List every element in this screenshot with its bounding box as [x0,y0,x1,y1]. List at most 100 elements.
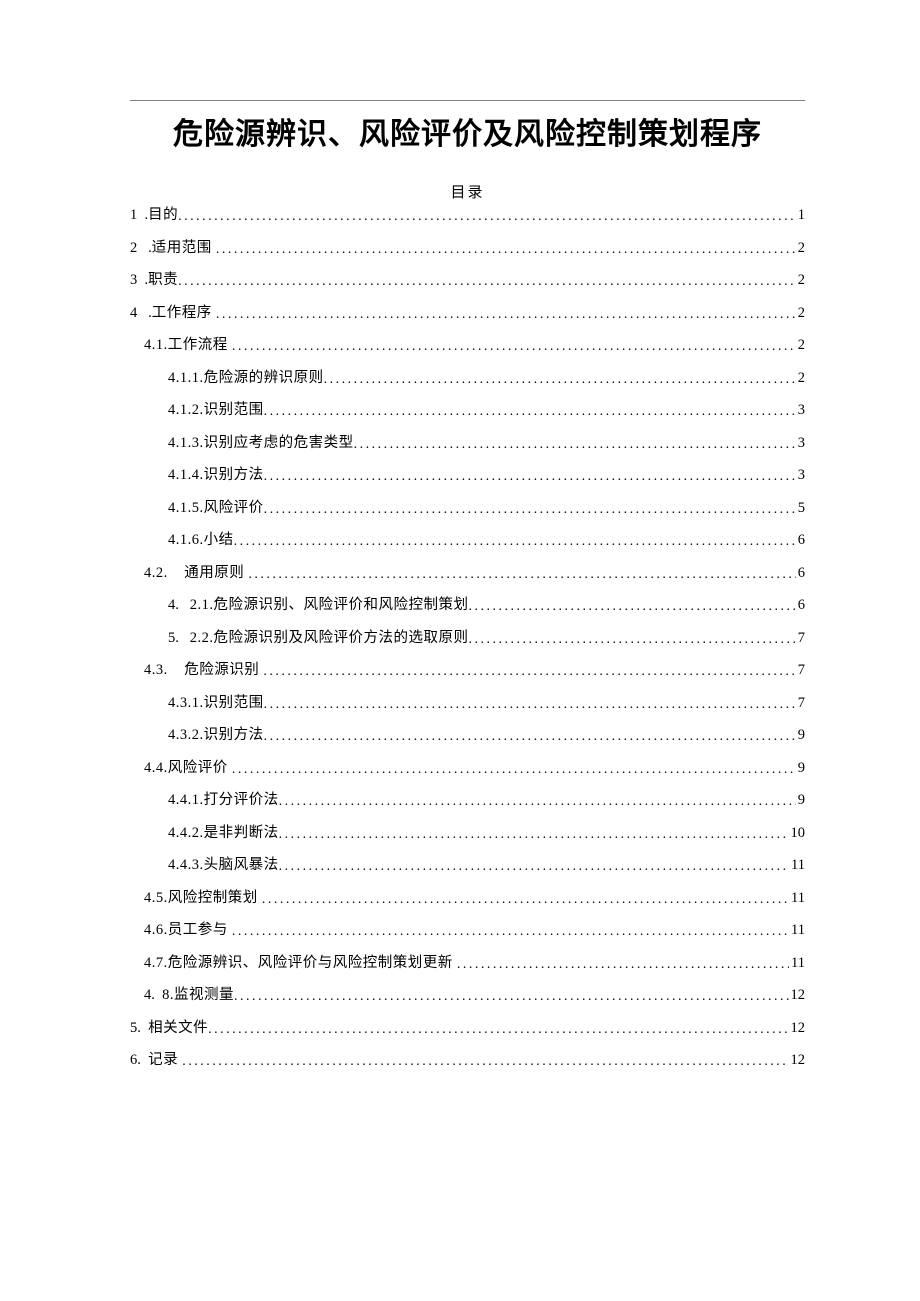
toc-entry-label: 相关文件 [148,1021,208,1036]
toc-entry-number: 6. [130,1053,141,1068]
table-of-contents: 1 .目的12 .适用范围 23 .职责24 .工作程序 24.1.工作流程 2… [130,208,805,1068]
toc-leader-dots [264,470,796,484]
toc-leader-dots [216,308,796,322]
toc-entry-page: 7 [796,631,805,646]
toc-entry-page: 10 [789,826,806,841]
toc-entry: 4.4.3.头脑风暴法11 [130,858,805,873]
toc-entry-label: 工作程序 [152,306,216,321]
horizontal-rule [130,100,805,101]
toc-entry-label: 4.1.6.小结 [168,533,234,548]
toc-entry-gap: . [137,208,148,223]
toc-entry: 4.1.2.识别范围 3 [130,403,805,418]
toc-entry: 6. 记录 12 [130,1053,805,1068]
toc-entry-page: 12 [789,1053,806,1068]
toc-entry-page: 11 [789,923,805,938]
toc-leader-dots [232,763,796,777]
toc-entry-gap: . [137,241,152,256]
toc-leader-dots [324,373,796,387]
toc-entry-label: 4.7.危险源辨识、风险评价与风险控制策划更新 [144,956,457,971]
toc-entry-number: 1 [130,208,137,223]
toc-entry: 4.1.6.小结 6 [130,533,805,548]
toc-entry-label: 4.3.2.识别方法 [168,728,264,743]
toc-entry-page: 3 [796,403,805,418]
toc-entry-number: 4. [168,598,179,613]
toc-heading: 目录 [130,181,805,202]
document-title: 危险源辨识、风险评价及风险控制策划程序 [130,109,805,153]
toc-entry-label: 职责 [148,273,178,288]
toc-leader-dots [264,698,796,712]
toc-entry: 4.7.危险源辨识、风险评价与风险控制策划更新 11 [130,956,805,971]
toc-entry-label: 2.1.危险源识别、风险评价和风险控制策划 [190,598,469,613]
toc-entry-page: 9 [796,793,805,808]
toc-entry-page: 7 [796,696,805,711]
toc-leader-dots [234,990,789,1004]
toc-entry-gap [155,988,162,1003]
toc-entry: 4.1.4.识别方法3 [130,468,805,483]
toc-entry: 4.3. 危险源识别 7 [130,663,805,678]
toc-entry-label: 4.1.工作流程 [144,338,232,353]
toc-entry-label: 4.4.2.是非判断法 [168,826,279,841]
toc-entry-number: 4 [130,306,137,321]
toc-entry: 4.4.风险评价 9 [130,761,805,776]
toc-entry: 1 .目的1 [130,208,805,223]
toc-leader-dots [279,795,796,809]
toc-entry-page: 9 [796,761,805,776]
toc-entry-number: 5. [130,1021,141,1036]
toc-entry-gap [179,598,190,613]
toc-leader-dots [232,925,789,939]
toc-entry-page: 12 [789,988,806,1003]
toc-entry-gap [141,1053,148,1068]
toc-entry-label: 4.1.5.风险评价 [168,501,264,516]
toc-entry: 4.3.2.识别方法 9 [130,728,805,743]
toc-entry-page: 3 [796,436,805,451]
toc-leader-dots [457,958,789,972]
toc-leader-dots [234,535,796,549]
toc-leader-dots [262,893,789,907]
toc-entry-page: 2 [796,241,805,256]
toc-entry-page: 9 [796,728,805,743]
toc-leader-dots [264,503,796,517]
toc-entry-label: 4.1.3.识别应考虑的危害类型 [168,436,354,451]
toc-entry-label: 4.1.4.识别方法 [168,468,264,483]
toc-entry: 4.5.风险控制策划 11 [130,891,805,906]
toc-entry-label: 4.2. 通用原则 [144,566,248,581]
toc-leader-dots [279,860,789,874]
toc-entry: 5. 相关文件12 [130,1021,805,1036]
toc-entry-number: 5. [168,631,179,646]
toc-entry: 4.4.1.打分评价法 9 [130,793,805,808]
toc-entry-page: 6 [796,598,805,613]
toc-leader-dots [354,438,796,452]
toc-entry: 4.1.1.危险源的辨识原则2 [130,371,805,386]
toc-leader-dots [264,730,796,744]
toc-entry-page: 5 [796,501,805,516]
toc-entry-page: 7 [796,663,805,678]
toc-leader-dots [279,828,789,842]
toc-entry: 4.1.工作流程 2 [130,338,805,353]
toc-entry: 4 .工作程序 2 [130,306,805,321]
toc-leader-dots [182,1055,788,1069]
toc-entry-label: 适用范围 [152,241,216,256]
toc-leader-dots [469,633,796,647]
toc-entry: 4.1.3.识别应考虑的危害类型 3 [130,436,805,451]
toc-entry-gap: . [137,273,148,288]
toc-entry: 5. 2.2.危险源识别及风险评价方法的选取原则7 [130,631,805,646]
toc-leader-dots [263,665,795,679]
toc-entry-label: 4.5.风险控制策划 [144,891,262,906]
toc-entry-page: 6 [796,533,805,548]
toc-leader-dots [208,1023,788,1037]
toc-entry: 2 .适用范围 2 [130,241,805,256]
toc-entry-page: 2 [796,338,805,353]
toc-entry-page: 6 [796,566,805,581]
toc-entry: 4. 2.1.危险源识别、风险评价和风险控制策划 6 [130,598,805,613]
toc-entry-label: 4.4.风险评价 [144,761,232,776]
toc-entry-label: 4.4.1.打分评价法 [168,793,279,808]
toc-leader-dots [178,275,796,289]
toc-entry-page: 11 [789,858,805,873]
toc-entry-label: 目的 [148,208,178,223]
toc-entry-number: 2 [130,241,137,256]
toc-entry-page: 2 [796,273,805,288]
toc-entry-label: 4.1.2.识别范围 [168,403,264,418]
toc-leader-dots [178,210,796,224]
document-page: 危险源辨识、风险评价及风险控制策划程序 目录 1 .目的12 .适用范围 23 … [0,0,920,1068]
toc-leader-dots [264,405,796,419]
